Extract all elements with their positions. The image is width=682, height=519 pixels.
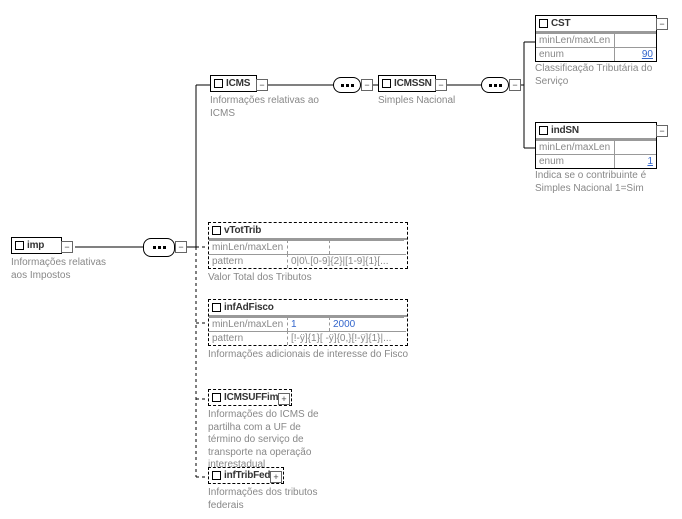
attribute-marker [212,226,221,235]
attr-key: enum [536,47,615,61]
attr-key: enum [536,154,615,168]
node-title: ICMSSN [394,78,432,89]
node-title: CST [551,18,570,29]
node-vtottrib[interactable]: vTotTrib minLen/maxLen pattern 0|0\.[0-9… [208,222,408,269]
attribute-marker [15,241,24,250]
expand-toggle-cst[interactable] [656,18,668,30]
choice-connector-2 [333,77,361,93]
caption-cst: Classificação Tributária do Serviço [535,63,660,88]
caption-imp: Informações relativas aos Impostos [11,257,121,282]
node-title: vTotTrib [224,225,261,236]
caption-icmsuffim: Informações do ICMS de partilha com a UF… [208,409,328,472]
attr-value[interactable]: 1 [615,154,656,168]
attr-key: pattern [209,331,288,345]
attribute-marker [212,303,221,312]
expand-toggle-indsn[interactable] [656,125,668,137]
attr-value: 2000 [330,317,404,331]
expand-toggle-seq1[interactable] [175,241,187,253]
node-imp[interactable]: imp [11,237,62,254]
attr-value [288,240,330,254]
attr-value: 0|0\.[0-9]{2}|[1-9]{1}[... [288,254,406,268]
attr-value: 1 [288,317,330,331]
caption-infadfisco: Informações adicionais de interesse do F… [208,349,428,362]
attribute-marker [539,126,548,135]
attr-value: [!-ÿ]{1}[ -ÿ]{0,}[!-ÿ]{1}|... [288,331,406,345]
attribute-marker [212,393,221,402]
expand-toggle-icmssn[interactable] [435,79,447,91]
sequence-connector-1 [143,238,175,257]
attr-value[interactable]: 90 [615,47,656,61]
node-cst[interactable]: CST minLen/maxLen enum 90 [535,15,657,62]
node-title: indSN [551,125,579,136]
caption-icmssn: Simples Nacional [378,95,468,108]
expand-toggle-imp[interactable] [61,241,73,253]
attribute-marker [214,79,223,88]
node-title: ICMS [226,78,250,89]
caption-inftribfed: Informações dos tributos federais [208,487,328,512]
node-title: ICMSUFFim [224,392,278,403]
caption-indsn: Indica se o contribuinte é Simples Nacio… [535,170,665,195]
attr-value [330,240,404,254]
expand-toggle-icms[interactable] [256,79,268,91]
caption-icms: Informações relativas ao ICMS [210,95,320,120]
expand-toggle-inftribfed[interactable] [270,471,282,483]
attr-key: minLen/maxLen [209,240,288,254]
attribute-marker [382,79,391,88]
sequence-connector-3 [481,77,509,93]
node-infadfisco[interactable]: infAdFisco minLen/maxLen 1 2000 pattern … [208,299,408,346]
node-icmssn[interactable]: ICMSSN [378,75,436,92]
attr-key: pattern [209,254,288,268]
attr-key: minLen/maxLen [536,33,615,47]
attribute-marker [212,471,221,480]
node-title: infAdFisco [224,302,274,313]
attr-key: minLen/maxLen [209,317,288,331]
node-title: imp [27,240,44,251]
node-icms[interactable]: ICMS [210,75,257,92]
expand-toggle-conn2[interactable] [361,79,373,91]
attribute-marker [539,19,548,28]
node-title: infTribFed [224,470,270,481]
attr-key: minLen/maxLen [536,140,615,154]
node-indsn[interactable]: indSN minLen/maxLen enum 1 [535,122,657,169]
expand-toggle-icmsuffim[interactable] [278,393,290,405]
expand-toggle-conn3[interactable] [509,79,521,91]
caption-vtottrib: Valor Total dos Tributos [208,272,408,285]
